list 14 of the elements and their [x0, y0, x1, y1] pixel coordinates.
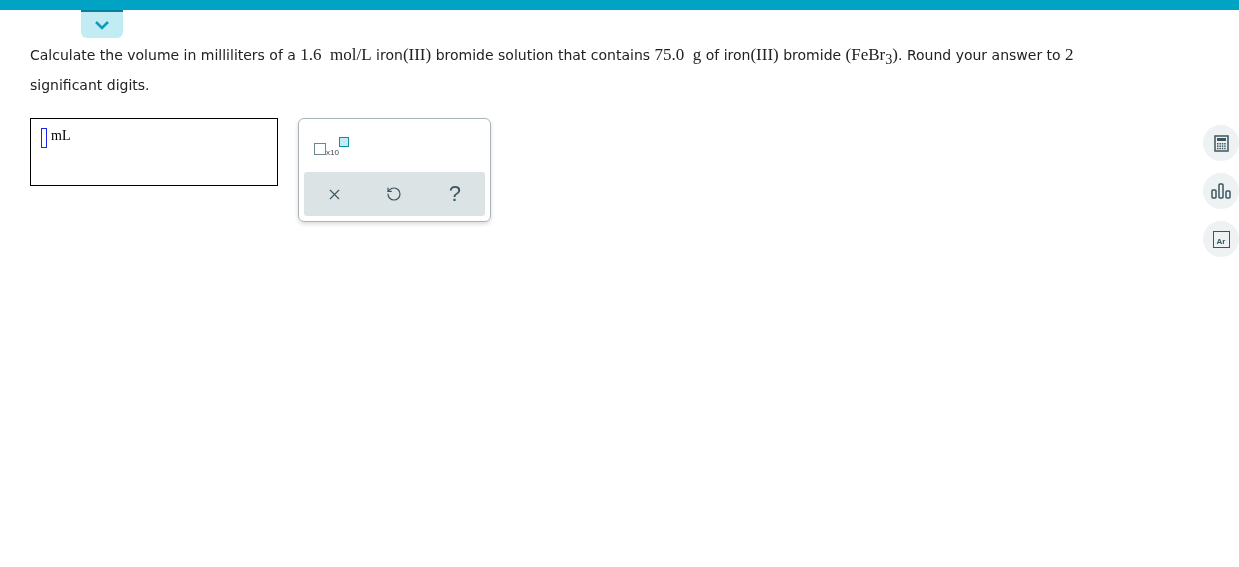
periodic-table-button[interactable]: Ar — [1203, 221, 1239, 257]
chevron-down-icon — [94, 20, 110, 30]
collapse-tab[interactable] — [81, 10, 123, 38]
calculator-icon — [1213, 134, 1229, 152]
help-button[interactable]: ? — [442, 181, 467, 208]
bar-chart-icon — [1211, 183, 1231, 199]
calculator-button[interactable] — [1203, 125, 1239, 161]
answer-field[interactable]: mL — [30, 118, 278, 187]
scientific-notation-button[interactable]: x10 — [304, 137, 354, 158]
chart-button[interactable] — [1203, 173, 1239, 209]
unit-label: mL — [51, 128, 71, 145]
text-cursor — [41, 128, 47, 149]
question-text: Calculate the volume in milliliters of a 1.6 mol/L iron(III) bromide solution that contains 75.0 g of iron(III) bromide (FeBr$_{3}$). Round your answer to 2 significant digits. — [30, 44, 1075, 96]
undo-icon — [386, 186, 403, 203]
